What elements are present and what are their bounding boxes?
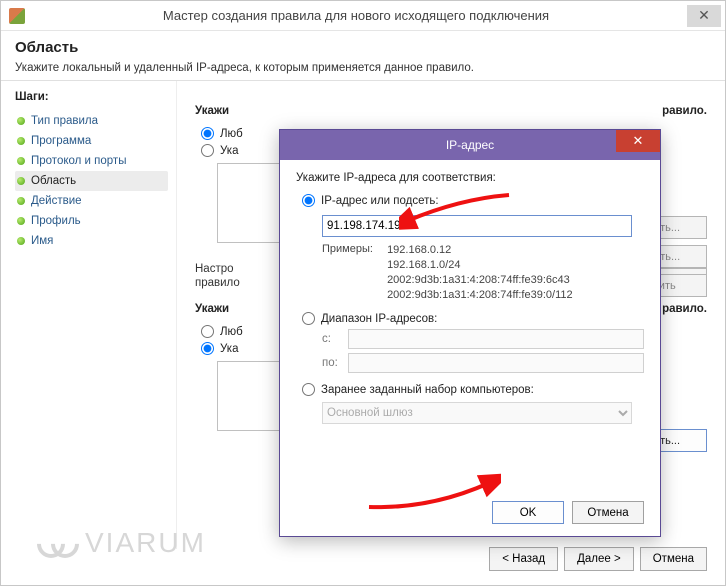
page-title: Область [15,39,711,56]
example-line: 192.168.0.12 [387,243,573,258]
bullet-icon [17,117,25,125]
step-label: Действие [31,195,82,207]
step-item[interactable]: Профиль [15,211,168,231]
bullet-icon [17,137,25,145]
examples-block: Примеры: 192.168.0.12192.168.1.0/242002:… [322,243,644,302]
watermark-logo-icon [37,530,77,556]
range-from-label: с: [322,333,342,345]
radio-predefined-set[interactable]: Заранее заданный набор компьютеров: [302,383,644,396]
close-icon: ✕ [698,7,710,24]
bullet-icon [17,177,25,185]
steps-sidebar: Шаги: Тип правила Программа Протокол и пор… [1,81,177,549]
range-to-label: по: [322,357,342,369]
app-icon [9,8,25,24]
settings-hint-1: Настро [195,263,240,275]
step-item[interactable]: Протокол и порты [15,151,168,171]
radio-predefined-set-label: Заранее заданный набор компьютеров: [321,384,534,396]
radio-ip-range-input[interactable] [302,312,315,325]
next-button[interactable]: Далее > [564,547,634,571]
predefined-set-select[interactable]: Основной шлюз [322,402,632,424]
radio-ip-subnet[interactable]: IP-адрес или подсеть: [302,194,644,207]
bullet-icon [17,237,25,245]
steps-title: Шаги: [15,91,168,103]
examples-label: Примеры: [322,243,384,255]
radio-specified-remote-input[interactable] [201,342,214,355]
step-label: Профиль [31,215,81,227]
radio-ip-subnet-input[interactable] [302,194,315,207]
bullet-icon [17,217,25,225]
radio-ip-range-label: Диапазон IP-адресов: [321,313,437,325]
range-to-row: по: [322,353,644,373]
range-to-input[interactable] [348,353,644,373]
radio-specified-remote-label: Ука [220,343,238,355]
bullet-icon [17,157,25,165]
step-label: Программа [31,135,91,147]
dialog-footer: OK Отмена [492,501,644,524]
step-item[interactable]: Имя [15,231,168,251]
page-header: Область Укажите локальный и удаленный IP… [1,31,725,80]
ip-address-input[interactable] [322,215,632,237]
step-item[interactable]: Программа [15,131,168,151]
dialog-prompt: Укажите IP-адреса для соответствия: [296,172,644,184]
example-line: 2002:9d3b:1a31:4:208:74ff:fe39:6c43 [387,273,573,288]
step-label: Имя [31,235,53,247]
step-label: Область [31,175,76,187]
main-titlebar: Мастер создания правила для нового исход… [1,1,725,31]
wizard-footer: < Назад Далее > Отмена [489,547,707,571]
bullet-icon [17,197,25,205]
step-item[interactable]: Тип правила [15,111,168,131]
window-close-button[interactable]: ✕ [687,5,721,27]
ok-button[interactable]: OK [492,501,564,524]
step-item[interactable]: Область [15,171,168,191]
radio-specified-local-label: Ука [220,145,238,157]
radio-predefined-set-input[interactable] [302,383,315,396]
section-trailing-2: равило. [662,303,707,315]
section-label-2: Укажи [195,303,229,315]
close-icon: ✕ [633,133,644,149]
radio-any-local-input[interactable] [201,127,214,140]
dialog-title: IP-адрес [446,138,494,152]
section-trailing-1: равило. [662,105,707,117]
window-title: Мастер создания правила для нового исход… [25,8,687,23]
step-label: Тип правила [31,115,98,127]
cancel-button[interactable]: Отмена [640,547,707,571]
example-line: 2002:9d3b:1a31:4:208:74ff:fe39:0/112 [387,288,573,303]
watermark: VIARUM [37,527,206,559]
step-item[interactable]: Действие [15,191,168,211]
section-label-1: Укажи [195,105,229,117]
back-button[interactable]: < Назад [489,547,558,571]
radio-any-remote-input[interactable] [201,325,214,338]
ip-address-dialog: IP-адрес ✕ Укажите IP-адреса для соответ… [279,129,661,537]
range-from-input[interactable] [348,329,644,349]
range-from-row: с: [322,329,644,349]
radio-any-local-label: Люб [220,128,243,140]
radio-any-remote-label: Люб [220,326,243,338]
settings-hint-2: правило [195,277,240,289]
radio-ip-range[interactable]: Диапазон IP-адресов: [302,312,644,325]
page-subtitle: Укажите локальный и удаленный IP-адреса,… [15,62,711,74]
dialog-titlebar: IP-адрес ✕ [280,130,660,160]
watermark-text: VIARUM [85,527,206,559]
step-label: Протокол и порты [31,155,126,167]
example-line: 192.168.1.0/24 [387,258,573,273]
dialog-close-button[interactable]: ✕ [616,130,660,152]
dialog-cancel-button[interactable]: Отмена [572,501,644,524]
radio-specified-local-input[interactable] [201,144,214,157]
radio-ip-subnet-label: IP-адрес или подсеть: [321,195,439,207]
